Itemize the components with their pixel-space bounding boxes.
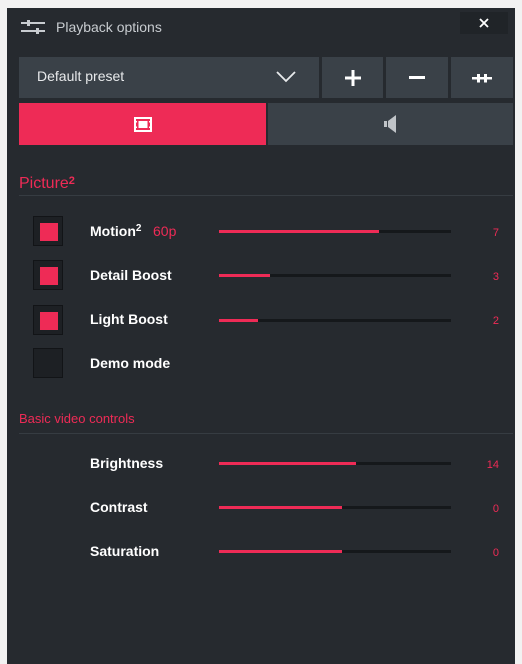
chevron-down-icon [276,71,296,83]
slider-fill [219,506,342,509]
section-title-picture: Picture2 [19,175,75,192]
value-detail-boost: 3 [492,271,499,283]
label-brightness: Brightness [90,455,164,471]
film-icon [133,116,152,132]
label-demo-mode: Demo mode [90,355,171,371]
label-light-boost: Light Boost [90,311,168,327]
playback-options-panel: Playback options Default preset Picture2… [7,8,515,664]
checkbox-mark [40,267,58,285]
window-title: Playback options [56,19,162,35]
slider-fill [219,462,356,465]
checkbox-demo-mode[interactable] [33,348,63,378]
close-icon [479,18,489,28]
sliders-icon [21,20,45,34]
speaker-icon [383,115,396,133]
checkbox-light-boost[interactable] [33,305,63,335]
slider-fill [219,230,380,233]
tab-audio[interactable] [268,103,513,145]
remove-preset-button[interactable] [386,57,448,98]
preset-dropdown-value: Default preset [37,68,125,84]
checkbox-detail-boost[interactable] [33,260,63,290]
divider [19,433,513,434]
preset-dropdown[interactable]: Default preset [19,57,319,98]
value-contrast: 0 [492,503,499,515]
label-motion: Motion2 [90,223,142,239]
value-saturation: 0 [492,547,499,559]
slider-contrast[interactable] [219,506,451,509]
slider-light-boost[interactable] [219,319,451,322]
value-brightness: 14 [486,459,499,471]
add-preset-button[interactable] [322,57,383,98]
tab-picture[interactable] [19,103,266,145]
split-compare-icon [472,73,492,82]
checkbox-motion[interactable] [33,216,63,246]
label-detail-boost: Detail Boost [90,267,172,283]
section-title-basic-video-controls: Basic video controls [19,411,135,426]
plus-icon [344,69,361,86]
slider-saturation[interactable] [219,550,451,553]
divider [19,195,513,196]
title-bar: Playback options [7,8,515,46]
close-button[interactable] [460,12,508,34]
slider-motion[interactable] [219,230,451,233]
slider-brightness[interactable] [219,462,451,465]
value-light-boost: 2 [492,315,499,327]
label-contrast: Contrast [90,499,148,515]
value-motion: 7 [492,227,499,239]
slider-fill [219,550,342,553]
slider-fill [219,274,271,277]
checkbox-mark [40,223,58,241]
label-saturation: Saturation [90,543,160,559]
slider-detail-boost[interactable] [219,274,451,277]
slider-fill [219,319,259,322]
minus-icon [409,75,425,79]
compare-button[interactable] [451,57,513,98]
checkbox-mark [40,312,58,330]
motion-rate-value: 60p [153,223,177,239]
